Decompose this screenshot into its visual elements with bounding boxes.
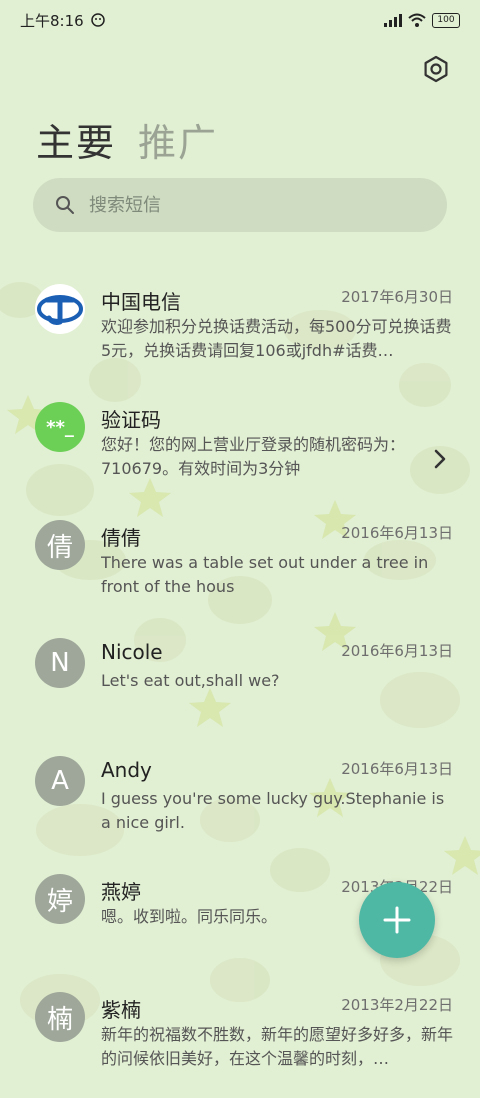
search-bar[interactable]	[33, 178, 447, 232]
tab-promotions[interactable]: 推广	[138, 112, 218, 167]
notification-icon	[90, 13, 105, 27]
message-preview: 您好！您的网上营业厅登录的随机密码为：710679。有效时间为3分钟	[101, 435, 406, 478]
avatar-text: 楠	[46, 1004, 73, 1035]
signal-icon	[384, 14, 402, 27]
contact-name: 紫楠	[101, 998, 141, 1022]
conversation-item[interactable]: A Andy 2016年6月13日 I guess you're some lu…	[0, 744, 480, 862]
message-preview: 欢迎参加积分兑换话费活动，每500分可兑换话费5元，兑换话费请回复106或jfd…	[101, 317, 452, 360]
message-preview: There was a table set out under a tree i…	[101, 553, 429, 596]
conversation-item[interactable]: 倩 倩倩 2016年6月13日 There was a table set ou…	[0, 508, 480, 626]
message-date: 2013年2月22日	[341, 996, 453, 1014]
message-preview: 新年的祝福数不胜数，新年的愿望好多好多，新年的问候依旧美好，在这个温馨的时刻，…	[101, 1025, 453, 1068]
conversation-item[interactable]: **_ 验证码 您好！您的网上营业厅登录的随机密码为：710679。有效时间为3…	[0, 390, 480, 508]
wifi-icon	[408, 13, 426, 27]
message-date: 2016年6月13日	[341, 524, 453, 542]
contact-name: Nicole	[101, 640, 163, 664]
status-bar: 上午8:16 100	[0, 0, 480, 40]
compose-button[interactable]	[359, 882, 435, 958]
avatar-text: A	[51, 766, 69, 796]
avatar: N	[35, 638, 85, 688]
search-input[interactable]	[87, 193, 391, 217]
avatar: 楠	[35, 992, 85, 1042]
contact-name: 中国电信	[101, 290, 181, 314]
message-date: 2016年6月13日	[341, 760, 453, 778]
avatar-text: 倩	[46, 532, 73, 563]
settings-hexagon-icon[interactable]	[422, 55, 450, 83]
conversation-item[interactable]: 中国电信 2017年6月30日 欢迎参加积分兑换话费活动，每500分可兑换话费5…	[0, 272, 480, 390]
chevron-right-icon[interactable]	[433, 448, 447, 470]
message-date: 2017年6月30日	[341, 288, 453, 306]
message-preview: Let's eat out,shall we?	[101, 671, 280, 690]
avatar-text: **_	[46, 416, 74, 438]
avatar: 倩	[35, 520, 85, 570]
conversation-item[interactable]: 楠 紫楠 2013年2月22日 新年的祝福数不胜数，新年的愿望好多好多，新年的问…	[0, 980, 480, 1098]
message-preview: I guess you're some lucky guy.Stephanie …	[101, 789, 445, 832]
battery-icon: 100	[432, 12, 460, 28]
search-icon	[56, 196, 74, 214]
conversation-list: 中国电信 2017年6月30日 欢迎参加积分兑换话费活动，每500分可兑换话费5…	[0, 272, 480, 1098]
contact-name: Andy	[101, 758, 152, 782]
avatar-text: N	[50, 648, 70, 678]
avatar-text: 婷	[46, 886, 73, 917]
avatar: A	[35, 756, 85, 806]
contact-name: 燕婷	[101, 880, 141, 904]
avatar: **_	[35, 402, 85, 452]
plus-icon	[383, 906, 411, 934]
status-time: 上午8:16	[20, 11, 84, 30]
battery-level: 100	[437, 14, 455, 25]
conversation-item[interactable]: N Nicole 2016年6月13日 Let's eat out,shall …	[0, 626, 480, 744]
contact-name: 验证码	[101, 408, 161, 432]
china-telecom-logo-icon	[35, 284, 85, 334]
contact-name: 倩倩	[101, 526, 141, 550]
tab-primary[interactable]: 主要	[36, 112, 116, 167]
message-date: 2016年6月13日	[341, 642, 453, 660]
avatar: 婷	[35, 874, 85, 924]
tab-bar: 主要 推广	[36, 112, 218, 167]
